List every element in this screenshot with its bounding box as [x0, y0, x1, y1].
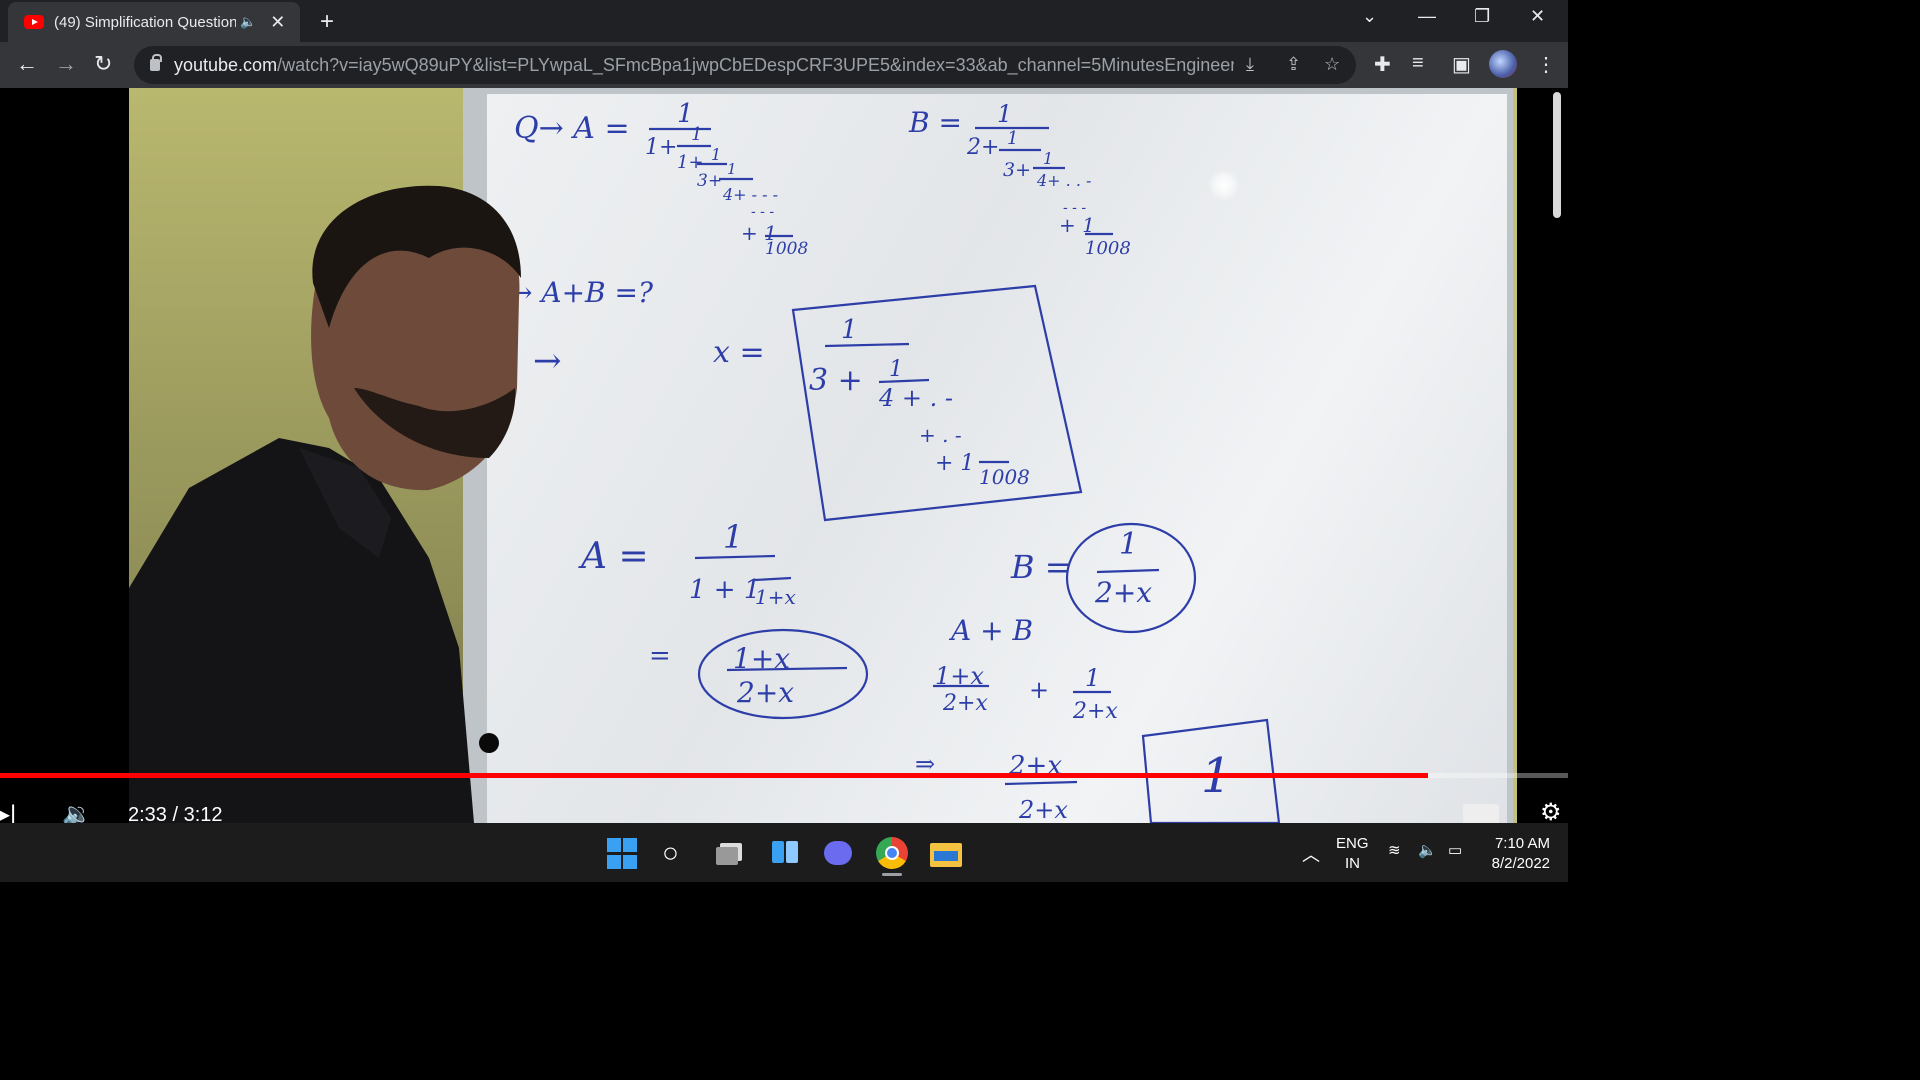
tab-title: (49) Simplification Question 1 [54, 13, 236, 31]
windows-taskbar: ○ ︿ ENG IN ≋ 🔈 ▭ 7:10 AM 8/2/2022 [0, 823, 1568, 882]
media-queue-icon[interactable]: ≡ [1412, 52, 1424, 75]
lang-region[interactable]: IN [1345, 855, 1360, 872]
search-icon[interactable]: ○ [662, 837, 694, 869]
wifi-icon[interactable]: ≋ [1388, 841, 1401, 859]
progress-fill[interactable] [0, 773, 1429, 778]
lock-icon[interactable] [150, 54, 162, 71]
back-arrow-icon[interactable]: ← [16, 51, 38, 77]
clock-time[interactable]: 7:10 AM [1490, 835, 1550, 852]
bookmark-star-icon[interactable]: ☆ [1324, 54, 1340, 75]
browser-toolbar: ← → ↻ youtube.com/watch?v=iay5wQ89uPY&li… [0, 42, 1568, 88]
share-icon[interactable]: ⇪ [1286, 54, 1301, 75]
battery-icon[interactable]: ▭ [1448, 841, 1462, 859]
active-tab[interactable]: (49) Simplification Question 1 🔈 ✕ [8, 2, 300, 42]
tab-close-icon[interactable]: ✕ [270, 12, 285, 33]
restore-button[interactable]: ❐ [1474, 6, 1490, 27]
widgets-icon[interactable] [770, 837, 802, 869]
chrome-icon[interactable] [876, 837, 908, 876]
speaker-icon[interactable]: 🔈 [1418, 841, 1437, 859]
player-controls: ▸| 🔉 2:33 / 3:12 ⚙ [0, 790, 1568, 828]
chat-icon[interactable] [822, 837, 854, 869]
new-tab-button[interactable]: + [320, 8, 334, 36]
video-frame: Q→ A = 1 1+ 1 1+ 1 3+ 1 4+ - - - - - - +… [129, 88, 1517, 823]
install-icon[interactable]: ⤓ [1246, 54, 1254, 75]
file-explorer-icon[interactable] [930, 837, 962, 869]
video-player[interactable]: Q→ A = 1 1+ 1 1+ 1 3+ 1 4+ - - - - - - +… [0, 88, 1568, 823]
screen: (49) Simplification Question 1 🔈 ✕ + ⌄ —… [0, 0, 1568, 882]
side-panel-icon[interactable]: ▣ [1452, 52, 1471, 77]
menu-kebab-icon[interactable]: ⋮ [1536, 52, 1556, 77]
tab-search-chevron-icon[interactable]: ⌄ [1362, 6, 1377, 27]
start-windows-icon[interactable] [607, 838, 639, 870]
clock-date[interactable]: 8/2/2022 [1486, 855, 1550, 872]
url-text[interactable]: youtube.com/watch?v=iay5wQ89uPY&list=PLY… [174, 55, 1234, 76]
reload-icon[interactable]: ↻ [94, 51, 112, 77]
tray-chevron-icon[interactable]: ︿ [1302, 841, 1320, 867]
profile-avatar[interactable] [1489, 50, 1517, 78]
presenter [129, 185, 521, 823]
url-host: youtube.com [174, 54, 278, 75]
task-view-icon[interactable] [716, 837, 748, 869]
speaker-mute-icon[interactable]: 🔈 [240, 14, 256, 30]
address-bar[interactable]: youtube.com/watch?v=iay5wQ89uPY&list=PLY… [134, 46, 1356, 84]
page-scrollbar[interactable] [1553, 92, 1561, 218]
lang-code[interactable]: ENG [1336, 835, 1369, 852]
tab-strip: (49) Simplification Question 1 🔈 ✕ + ⌄ —… [0, 0, 1568, 42]
close-window-button[interactable]: ✕ [1530, 6, 1545, 27]
youtube-favicon-icon [24, 15, 44, 29]
forward-arrow-icon[interactable]: → [55, 51, 77, 77]
minimize-button[interactable]: — [1418, 6, 1436, 27]
extensions-puzzle-icon[interactable]: ✚ [1374, 52, 1391, 77]
url-path: /watch?v=iay5wQ89uPY&list=PLYwpaL_SFmcBp… [277, 54, 1234, 75]
